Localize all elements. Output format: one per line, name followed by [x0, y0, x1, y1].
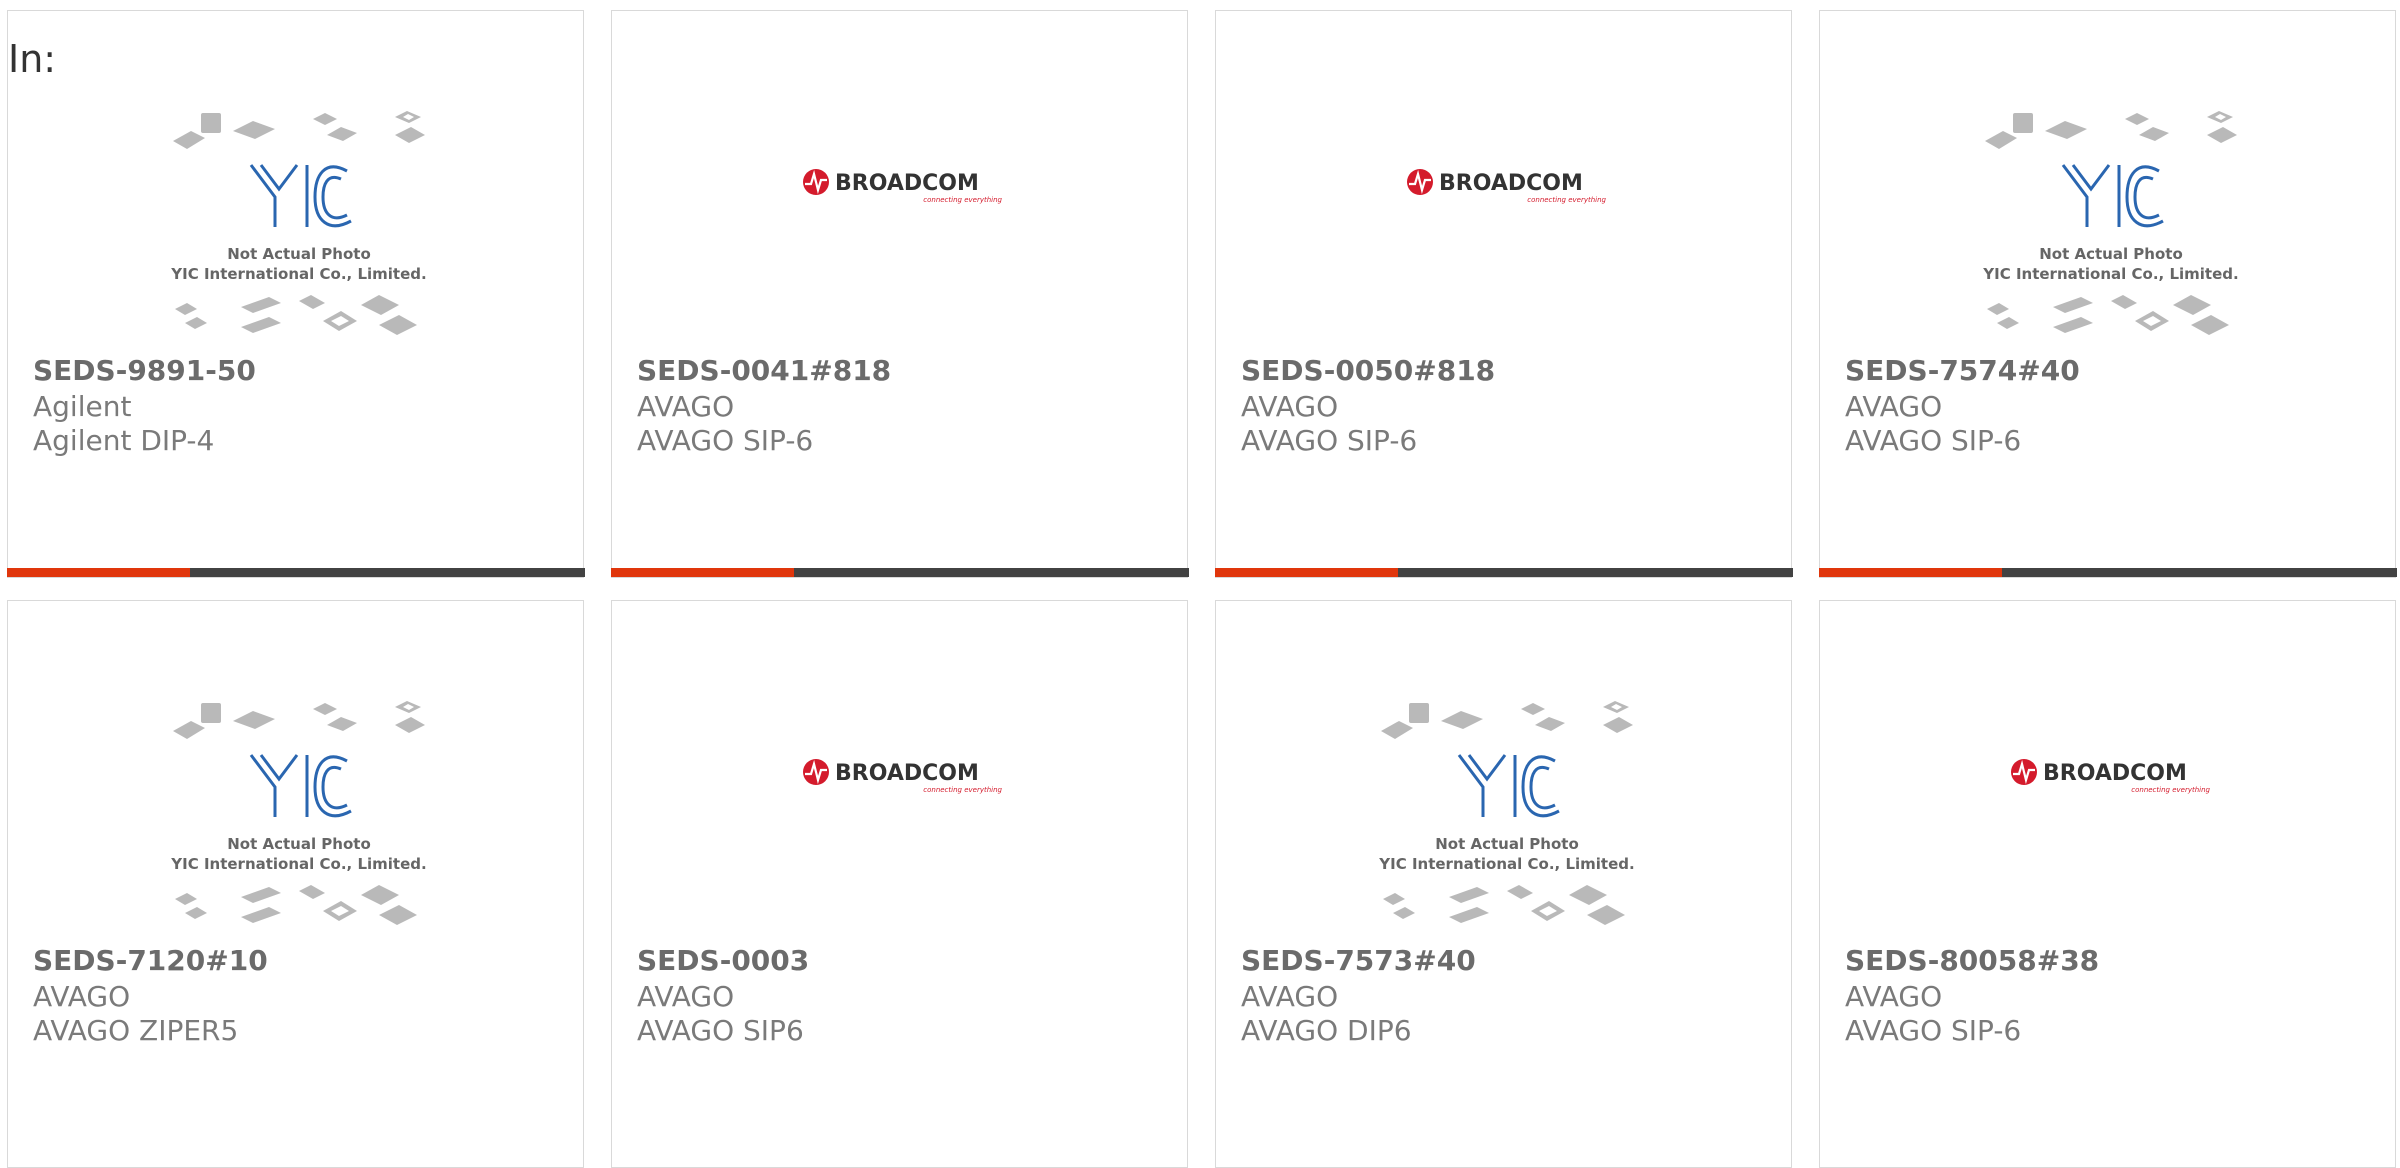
manufacturer: Agilent: [33, 390, 132, 423]
broadcom-wordmark: BROADCOM: [1439, 171, 1583, 196]
yic-placeholder-image: Not Actual Photo YIC International Co., …: [1982, 111, 2239, 335]
package: AVAGO SIP-6: [1845, 424, 2022, 457]
broadcom-logo-image: BROADCOM connecting everything: [1407, 169, 1607, 204]
part-number[interactable]: SEDS-0041#818: [637, 354, 891, 387]
manufacturer: AVAGO: [1845, 980, 1943, 1013]
yic-caption-line2: YIC International Co., Limited.: [170, 265, 426, 283]
broadcom-tagline: connecting everything: [2131, 786, 2210, 794]
in-label: In:: [8, 37, 57, 81]
product-card[interactable]: Not Actual Photo YIC International Co., …: [1818, 10, 2397, 578]
broadcom-logo-image: BROADCOM connecting everything: [803, 169, 1003, 204]
broadcom-tagline: connecting everything: [923, 786, 1002, 794]
broadcom-logo-image: BROADCOM connecting everything: [803, 759, 1003, 794]
product-card[interactable]: BROADCOM connecting everything SEDS-0003…: [611, 600, 1188, 1168]
manufacturer: AVAGO: [1845, 390, 1943, 423]
card-bottom-bar-accent: [1214, 568, 1398, 577]
manufacturer: AVAGO: [33, 980, 131, 1013]
product-image[interactable]: BROADCOM connecting everything: [612, 601, 1187, 946]
package: AVAGO SIP-6: [637, 424, 814, 457]
yic-caption-line1: Not Actual Photo: [2039, 245, 2183, 263]
package: AVAGO SIP6: [637, 1014, 804, 1047]
card-bottom-bar-accent: [610, 568, 794, 577]
yic-caption-line2: YIC International Co., Limited.: [170, 855, 426, 873]
broadcom-wordmark: BROADCOM: [2043, 761, 2187, 786]
product-card[interactable]: Not Actual Photo YIC International Co., …: [6, 10, 585, 578]
card-bottom-bar: [1818, 568, 2397, 577]
broadcom-tagline: connecting everything: [923, 196, 1002, 204]
card-bottom-bar: [1214, 568, 1793, 577]
manufacturer: AVAGO: [637, 980, 735, 1013]
manufacturer: AVAGO: [1241, 980, 1339, 1013]
package: Agilent DIP-4: [33, 424, 215, 457]
part-number[interactable]: SEDS-0003: [637, 944, 809, 977]
yic-caption-line2: YIC International Co., Limited.: [1378, 855, 1634, 873]
yic-placeholder-image: Not Actual Photo YIC International Co., …: [170, 111, 427, 335]
product-card[interactable]: BROADCOM connecting everything SEDS-8005…: [1819, 600, 2396, 1168]
part-number[interactable]: SEDS-0050#818: [1241, 354, 1495, 387]
part-number[interactable]: SEDS-7574#40: [1845, 354, 2080, 387]
product-image[interactable]: BROADCOM connecting everything: [1216, 11, 1791, 356]
package: AVAGO DIP6: [1241, 1014, 1412, 1047]
yic-caption-line1: Not Actual Photo: [227, 835, 371, 853]
broadcom-wordmark: BROADCOM: [835, 171, 979, 196]
manufacturer: AVAGO: [637, 390, 735, 423]
part-number[interactable]: SEDS-7120#10: [33, 944, 268, 977]
product-image[interactable]: Not Actual Photo YIC International Co., …: [1216, 601, 1791, 946]
card-bottom-bar-accent: [6, 568, 190, 577]
part-number[interactable]: SEDS-9891-50: [33, 354, 256, 387]
yic-caption-line1: Not Actual Photo: [227, 245, 371, 263]
card-bottom-bar: [610, 568, 1189, 577]
yic-placeholder-image: Not Actual Photo YIC International Co., …: [1378, 701, 1635, 925]
part-number[interactable]: SEDS-7573#40: [1241, 944, 1476, 977]
product-card[interactable]: BROADCOM connecting everything SEDS-0050…: [1214, 10, 1793, 578]
package: AVAGO SIP-6: [1241, 424, 1418, 457]
product-card[interactable]: BROADCOM connecting everything SEDS-0041…: [610, 10, 1189, 578]
product-image[interactable]: Not Actual Photo YIC International Co., …: [8, 601, 583, 946]
broadcom-tagline: connecting everything: [1527, 196, 1606, 204]
card-bottom-bar-accent: [1818, 568, 2002, 577]
broadcom-wordmark: BROADCOM: [835, 761, 979, 786]
yic-placeholder-image: Not Actual Photo YIC International Co., …: [170, 701, 427, 925]
product-image[interactable]: BROADCOM connecting everything: [1820, 601, 2395, 946]
part-number[interactable]: SEDS-80058#38: [1845, 944, 2099, 977]
yic-caption-line1: Not Actual Photo: [1435, 835, 1579, 853]
product-card[interactable]: Not Actual Photo YIC International Co., …: [7, 600, 584, 1168]
package: AVAGO SIP-6: [1845, 1014, 2022, 1047]
product-grid: Not Actual Photo YIC International Co., …: [0, 0, 2400, 1168]
product-image[interactable]: BROADCOM connecting everything: [612, 11, 1187, 356]
manufacturer: AVAGO: [1241, 390, 1339, 423]
card-bottom-bar: [6, 568, 585, 577]
product-image[interactable]: Not Actual Photo YIC International Co., …: [8, 11, 583, 356]
product-image[interactable]: Not Actual Photo YIC International Co., …: [1820, 11, 2395, 356]
package: AVAGO ZIPER5: [33, 1014, 239, 1047]
broadcom-logo-image: BROADCOM connecting everything: [2011, 759, 2211, 794]
product-card[interactable]: Not Actual Photo YIC International Co., …: [1215, 600, 1792, 1168]
yic-caption-line2: YIC International Co., Limited.: [1982, 265, 2238, 283]
